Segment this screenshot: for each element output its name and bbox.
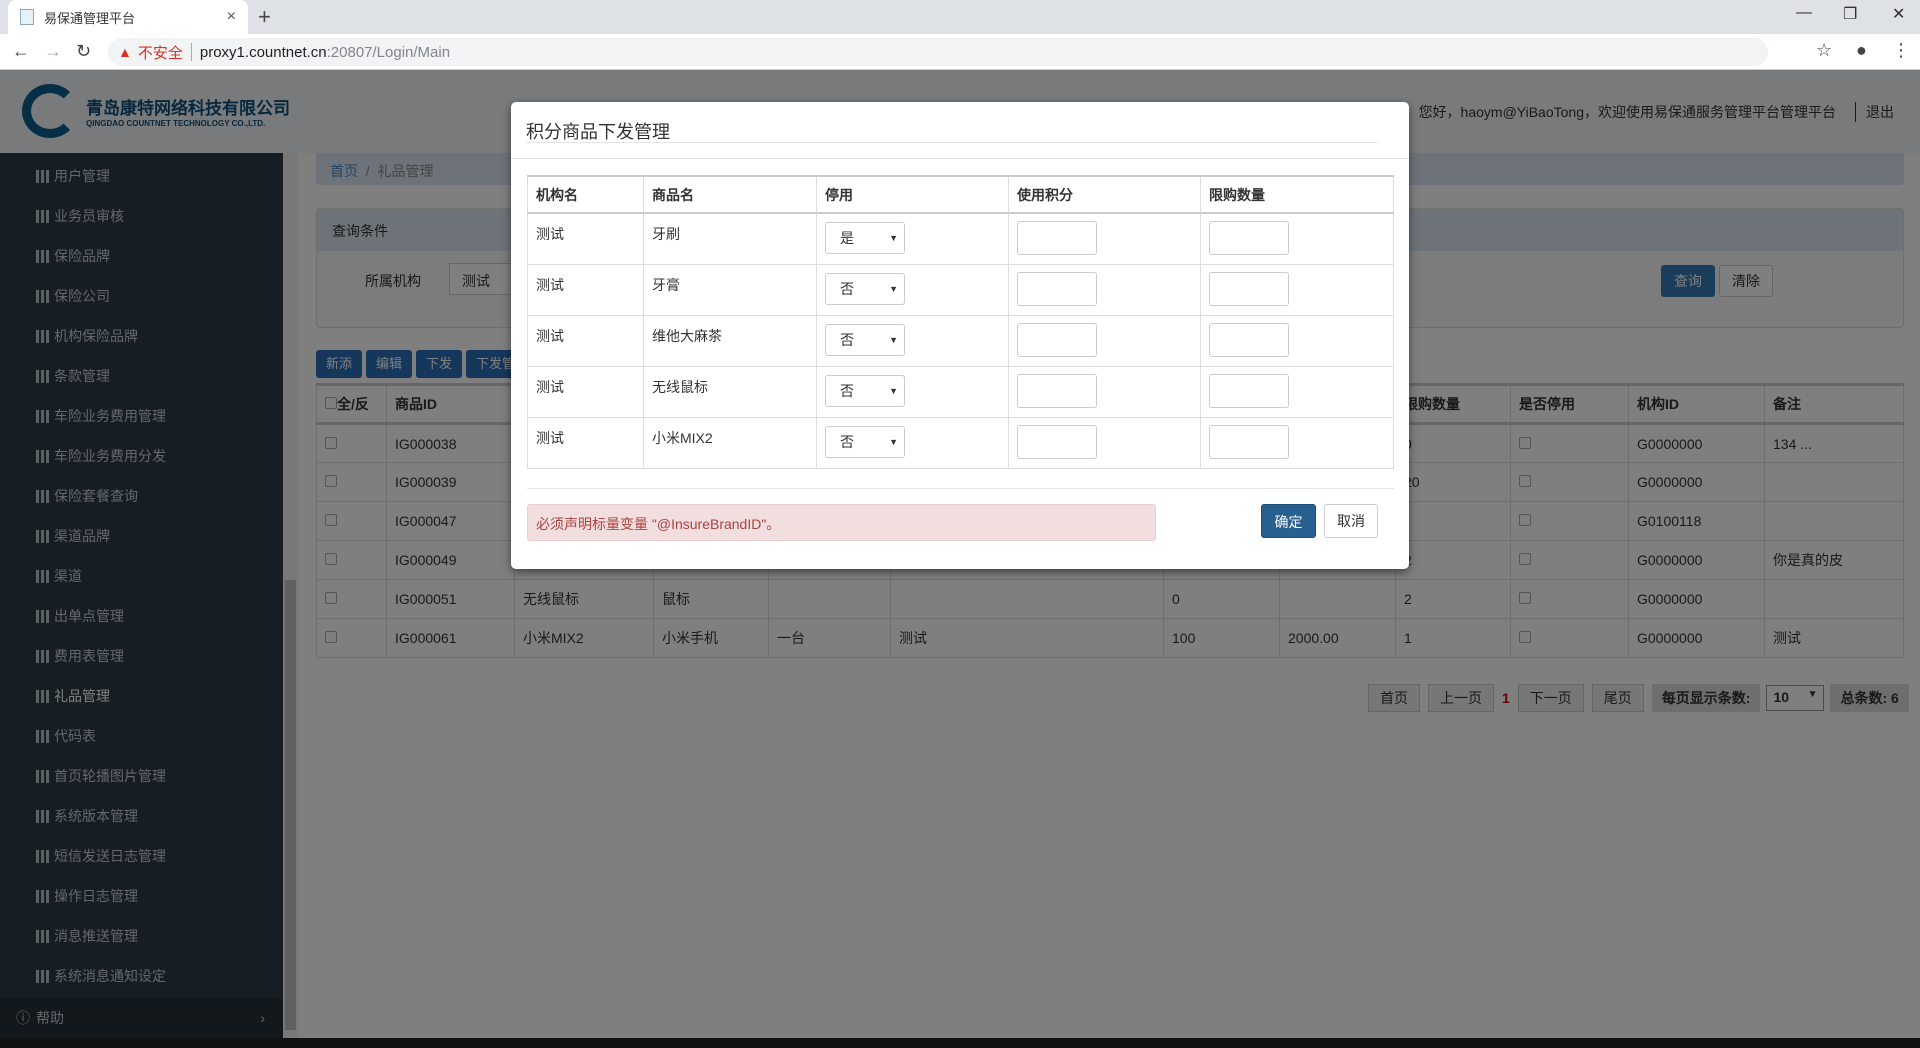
bookmark-star-icon[interactable]: ☆ — [1816, 40, 1832, 61]
tab-title: 易保通管理平台 — [44, 10, 136, 26]
warning-icon: ▲ — [118, 44, 132, 60]
disabled-cell: 否 ▼ — [816, 314, 1009, 367]
window-close-icon[interactable]: ✕ — [1892, 4, 1905, 24]
browser-tab[interactable]: 易保通管理平台 × — [8, 0, 248, 34]
limit-input[interactable] — [1209, 373, 1289, 408]
dialog-row: 测试 牙膏否 ▼ — [527, 263, 1394, 316]
dialog-title: 积分商品下发管理 — [526, 122, 670, 142]
browser-tab-bar: 易保通管理平台 × + — ❐ ✕ — [0, 0, 1920, 34]
points-input[interactable] — [1017, 221, 1097, 255]
error-alert: 必须声明标量变量 "@InsureBrandID"。 — [527, 504, 1156, 541]
dialog-goods-table: 机构名 商品名 停用 使用积分 限购数量 测试 牙刷是 ▼ 测试 牙膏否 ▼ 测试 维他大麻茶否 ▼ 测试… — [527, 175, 1394, 469]
limit-input[interactable] — [1209, 424, 1289, 459]
limit-cell — [1200, 212, 1394, 265]
divider — [527, 488, 1394, 489]
taskbar — [0, 1038, 1920, 1048]
disabled-value: 否 — [840, 433, 854, 450]
points-cell — [1008, 314, 1201, 367]
divider — [190, 43, 192, 61]
close-tab-icon[interactable]: × — [227, 8, 236, 26]
url-host: proxy1.countnet.cn — [199, 43, 327, 61]
org-name: 测试 — [527, 416, 644, 469]
disabled-select[interactable]: 否 ▼ — [825, 425, 905, 458]
disabled-select[interactable]: 否 ▼ — [825, 323, 905, 356]
page-favicon-icon — [20, 9, 34, 25]
dialog-column-header: 限购数量 — [1200, 175, 1394, 214]
points-input[interactable] — [1017, 322, 1097, 357]
dialog-row: 测试 小米MIX2 否 ▼ — [527, 416, 1394, 469]
disabled-value: 否 — [840, 382, 854, 399]
dialog-row: 测试 牙刷是 ▼ — [527, 212, 1394, 265]
points-input[interactable] — [1017, 271, 1097, 306]
url-path: :20807/Login/Main — [326, 43, 451, 61]
disabled-cell: 是 ▼ — [816, 212, 1009, 265]
dialog-column-header: 停用 — [816, 175, 1009, 214]
limit-input[interactable] — [1209, 322, 1289, 357]
dialog-column-header: 使用积分 — [1008, 175, 1201, 214]
disabled-value: 否 — [840, 280, 854, 297]
disabled-select[interactable]: 否 ▼ — [825, 374, 905, 407]
org-name: 测试 — [527, 263, 644, 316]
disabled-cell: 否 ▼ — [816, 416, 1009, 469]
insecure-label[interactable]: 不安全 — [138, 42, 183, 63]
back-icon[interactable]: ← — [12, 41, 30, 62]
points-input[interactable] — [1017, 373, 1097, 408]
org-name: 测试 — [527, 314, 644, 367]
divider — [511, 158, 1409, 159]
limit-input[interactable] — [1209, 221, 1289, 255]
goods-name: 牙膏 — [643, 263, 817, 316]
limit-cell — [1200, 365, 1394, 418]
dropdown-arrow-icon: ▼ — [889, 233, 898, 243]
org-name: 测试 — [527, 212, 644, 265]
points-input[interactable] — [1017, 424, 1097, 459]
points-cell — [1008, 212, 1201, 265]
points-cell — [1008, 416, 1201, 469]
goods-name: 无线鼠标 — [643, 365, 817, 418]
minimize-icon[interactable]: — — [1796, 4, 1812, 22]
dropdown-arrow-icon: ▼ — [889, 283, 898, 294]
address-bar-row: ← → ↻ ▲ 不安全 proxy1.countnet.cn:20807/Log… — [0, 34, 1920, 70]
points-cell — [1008, 263, 1201, 316]
dropdown-arrow-icon: ▼ — [889, 385, 898, 396]
issue-points-goods-dialog: 积分商品下发管理 机构名 商品名 停用 使用积分 限购数量 测试 牙刷是 ▼ 测试 牙膏否 ▼ 测试… — [511, 102, 1409, 569]
disabled-value: 否 — [840, 331, 854, 348]
disabled-select[interactable]: 是 ▼ — [825, 222, 905, 254]
dialog-column-header: 商品名 — [643, 175, 817, 214]
dialog-row: 测试 无线鼠标否 ▼ — [527, 365, 1394, 418]
limit-input[interactable] — [1209, 271, 1289, 306]
disabled-cell: 否 ▼ — [816, 263, 1009, 316]
confirm-button[interactable]: 确定 — [1261, 504, 1316, 538]
points-cell — [1008, 365, 1201, 418]
limit-cell — [1200, 263, 1394, 316]
disabled-select[interactable]: 否 ▼ — [825, 272, 905, 305]
limit-cell — [1200, 314, 1394, 367]
reload-icon[interactable]: ↻ — [76, 41, 91, 62]
restore-icon[interactable]: ❐ — [1843, 4, 1857, 24]
goods-name: 维他大麻茶 — [643, 314, 817, 367]
dropdown-arrow-icon: ▼ — [889, 436, 898, 447]
dialog-column-header: 机构名 — [527, 175, 644, 214]
org-name: 测试 — [527, 365, 644, 418]
dropdown-arrow-icon: ▼ — [889, 334, 898, 345]
limit-cell — [1200, 416, 1394, 469]
cancel-button[interactable]: 取消 — [1324, 504, 1378, 538]
forward-icon[interactable]: → — [44, 41, 62, 62]
divider — [526, 142, 1378, 143]
menu-icon[interactable]: ⋮ — [1892, 40, 1910, 61]
goods-name: 小米MIX2 — [643, 416, 817, 469]
new-tab-icon[interactable]: + — [258, 4, 271, 30]
goods-name: 牙刷 — [643, 212, 817, 265]
url-input[interactable]: ▲ 不安全 proxy1.countnet.cn:20807/Login/Mai… — [108, 38, 1768, 66]
disabled-value: 是 — [840, 230, 854, 246]
dialog-row: 测试 维他大麻茶否 ▼ — [527, 314, 1394, 367]
account-icon[interactable]: ● — [1856, 40, 1867, 61]
disabled-cell: 否 ▼ — [816, 365, 1009, 418]
